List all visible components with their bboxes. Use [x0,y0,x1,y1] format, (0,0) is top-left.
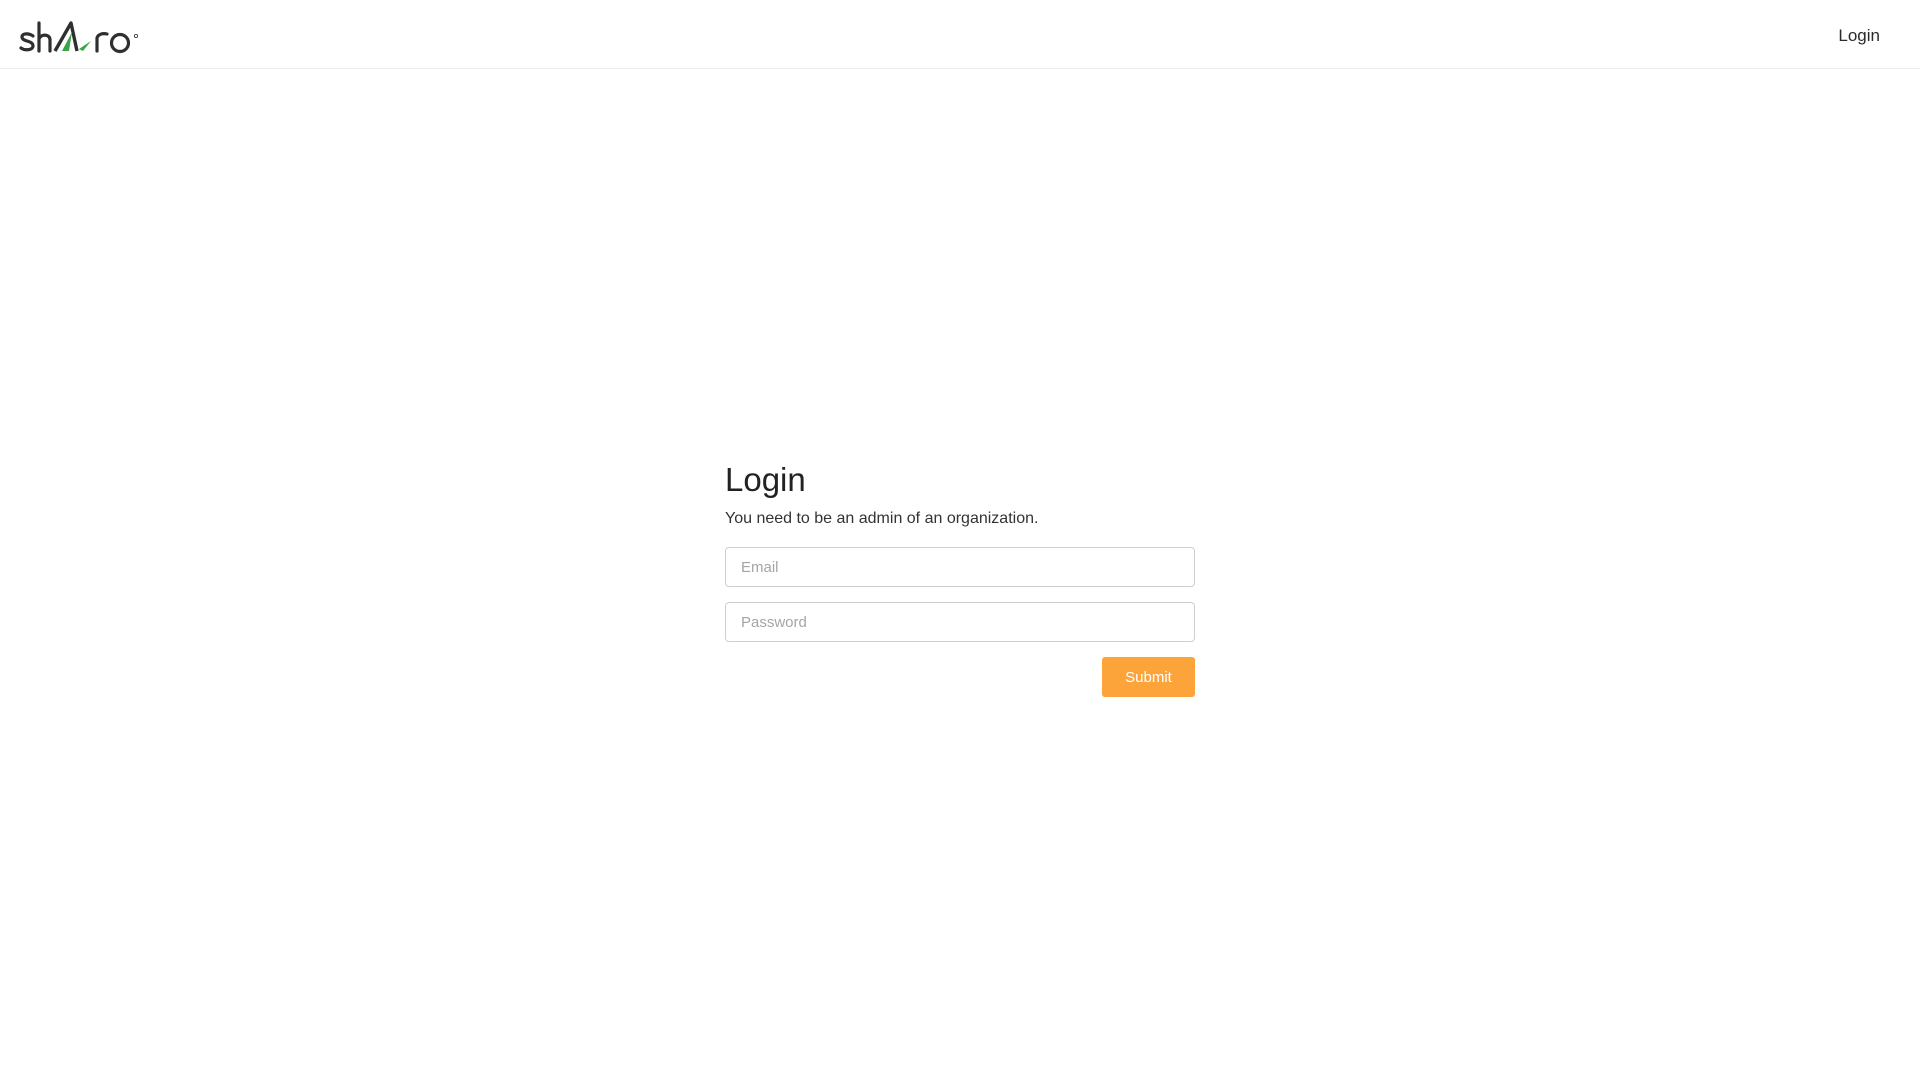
top-navbar: Login [0,0,1920,69]
login-subtitle: You need to be an admin of an organizati… [725,510,1039,527]
login-panel: Login You need to be an admin of an orga… [725,458,1195,697]
form-actions: Submit [725,657,1195,697]
nav-login-link[interactable]: Login [1838,26,1880,46]
login-title: Login [725,461,806,498]
email-input[interactable] [725,547,1195,587]
submit-button[interactable]: Submit [1102,657,1195,697]
password-input[interactable] [725,602,1195,642]
sharo-logo[interactable] [19,15,147,55]
